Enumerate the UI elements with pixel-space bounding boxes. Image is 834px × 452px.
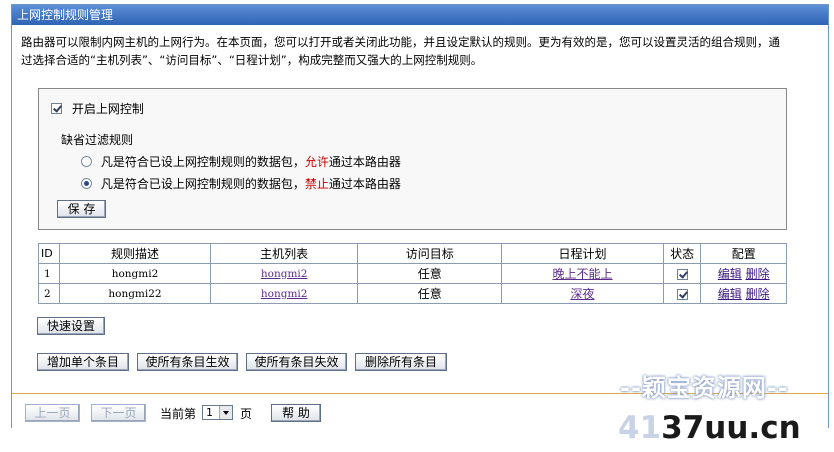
row-status-checkbox[interactable] [676,268,688,280]
row-desc: hongmi22 [58,283,212,304]
row-edit-link[interactable]: 编辑 [718,267,742,281]
table-header-row: ID 规则描述 主机列表 访问目标 日程计划 状态 配置 [38,243,787,264]
enable-control-label: 开启上网控制 [71,102,144,116]
deny-keyword: 禁止 [304,177,329,191]
default-rule-label: 缺省过滤规则 [61,133,134,147]
table-row: 1 hongmi2 hongmi2 任意 晚上不能上 编辑 删除 [38,263,787,284]
disable-all-button[interactable]: 使所有条目失效 [246,353,347,371]
col-header-schedule: 日程计划 [501,243,664,264]
chevron-down-icon[interactable] [219,406,232,419]
col-header-id: ID [38,243,60,264]
row-id: 1 [38,263,60,284]
col-header-hosts: 主机列表 [210,243,359,264]
enable-control-checkbox[interactable] [51,103,62,114]
delete-all-button[interactable]: 删除所有条目 [355,353,447,371]
row-target: 任意 [357,263,503,284]
row-status-checkbox[interactable] [676,288,688,300]
deny-radio[interactable] [81,178,92,189]
row-target: 任意 [357,283,503,304]
settings-box: 开启上网控制 缺省过滤规则 凡是符合已设上网控制规则的数据包，允许通过本路由器 … [38,88,787,230]
col-header-status: 状态 [662,243,702,264]
row-delete-link[interactable]: 删除 [746,287,770,301]
row-hosts-link[interactable]: hongmi2 [261,288,308,300]
row-schedule-link[interactable]: 深夜 [571,287,595,301]
option-allow[interactable]: 凡是符合已设上网控制规则的数据包，允许通过本路由器 [81,153,401,170]
row-hosts-link[interactable]: hongmi2 [261,268,308,280]
page-select-value: 1 [206,406,213,419]
row-schedule-link[interactable]: 晚上不能上 [553,267,613,281]
next-page-button[interactable]: 下一页 [91,404,146,422]
rules-table: ID 规则描述 主机列表 访问目标 日程计划 状态 配置 1 hongmi2 h… [38,243,787,304]
col-header-desc: 规则描述 [58,243,212,264]
save-button[interactable]: 保 存 [57,200,106,218]
allow-suffix: 通过本路由器 [328,155,401,169]
watermark-line1: --颖宝资源网-- [620,374,789,402]
table-row: 2 hongmi22 hongmi2 任意 深夜 编辑 删除 [38,283,787,304]
row-edit-link[interactable]: 编辑 [718,287,742,301]
row-id: 2 [38,283,60,304]
col-header-target: 访问目标 [357,243,503,264]
col-header-config: 配置 [700,243,787,264]
site-watermark: --颖宝资源网-- 4137uu.cn [618,368,834,452]
allow-keyword: 允许 [304,155,329,169]
current-page-prefix: 当前第 [160,407,197,421]
row-desc: hongmi2 [58,263,212,284]
option-deny[interactable]: 凡是符合已设上网控制规则的数据包，禁止通过本路由器 [81,175,401,192]
help-button[interactable]: 帮 助 [271,404,321,422]
enable-all-button[interactable]: 使所有条目生效 [137,353,238,371]
row-delete-link[interactable]: 删除 [746,267,770,281]
add-entry-button[interactable]: 增加单个条目 [37,353,129,371]
page-select[interactable]: 1 [202,405,233,420]
allow-prefix: 凡是符合已设上网控制规则的数据包， [100,155,305,169]
prev-page-button[interactable]: 上一页 [25,404,80,422]
deny-prefix: 凡是符合已设上网控制规则的数据包， [100,177,305,191]
deny-suffix: 通过本路由器 [328,177,401,191]
watermark-line2: 4137uu.cn [618,410,801,446]
page-suffix: 页 [240,407,253,421]
page-description: 路由器可以限制内网主机的上网行为。在本页面，您可以打开或者关闭此功能，并且设定默… [21,35,780,67]
allow-radio[interactable] [81,156,92,167]
page-title: 上网控制规则管理 [12,5,828,25]
quick-setup-button[interactable]: 快速设置 [37,317,105,335]
